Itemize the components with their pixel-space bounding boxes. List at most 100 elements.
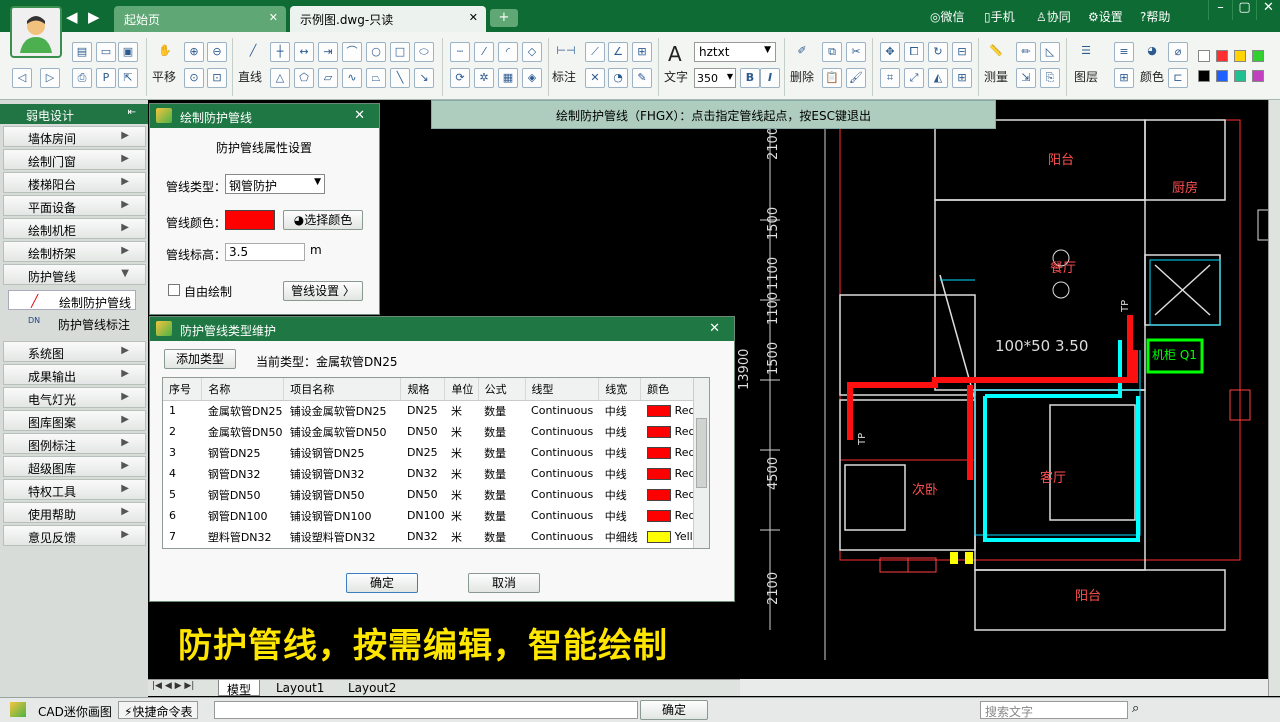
dimension-icon[interactable]: ⊢⊣ [556, 42, 576, 62]
italic-button[interactable]: I [760, 68, 780, 88]
area-icon[interactable]: ◺ [1040, 42, 1060, 62]
font-select[interactable]: hztxt ▼ [694, 42, 776, 62]
color-swatch-teal[interactable] [1234, 70, 1246, 82]
quick-command-button[interactable]: ⚡快捷命令表 [118, 701, 199, 719]
table-row[interactable]: 7 塑料管DN32 铺设塑料管DN32 DN32 米数量 Continuous 中细线 Yel… [163, 526, 709, 547]
column-header[interactable]: 公式 [478, 378, 526, 401]
tab-layout2[interactable]: Layout2 [348, 681, 396, 695]
linetype-icon[interactable]: ⌀ [1168, 42, 1188, 62]
table-row[interactable]: 3 钢管DN25 铺设钢管DN25 DN25 米数量 Continuous 中线 Red [163, 442, 709, 463]
layer-icon[interactable]: ☰ [1076, 42, 1096, 62]
color-wheel-icon[interactable]: ◕ [1142, 42, 1162, 62]
sidebar-header[interactable]: 弱电设计 ⇤ [0, 104, 148, 124]
conduit-color-swatch[interactable] [225, 210, 275, 230]
color-swatch-black[interactable] [1198, 70, 1210, 82]
scale-icon[interactable]: ⤢ [904, 68, 924, 88]
ordinate-dim-icon[interactable]: ✕ [585, 68, 605, 88]
sidebar-item-bridge[interactable]: 绘制桥架 ▶ [3, 241, 146, 262]
folder-icon[interactable]: ▭ [96, 42, 116, 62]
free-draw-checkbox[interactable] [168, 284, 180, 296]
close-icon[interactable]: ✕ [354, 108, 365, 123]
aligned-dim-icon[interactable]: ⟋ [585, 42, 605, 62]
command-confirm-button[interactable]: 确定 [640, 700, 708, 720]
column-header[interactable]: 序号 [163, 378, 203, 401]
sidebar-item-library[interactable]: 图库图案 ▶ [3, 410, 146, 431]
font-size-select[interactable]: 350 ▼ [694, 68, 736, 88]
fill-icon[interactable]: ◈ [522, 68, 542, 88]
measure-icon[interactable]: 📏 [986, 42, 1006, 62]
trim-icon[interactable]: ⁄ [474, 42, 494, 62]
line-icon[interactable]: ╱ [243, 42, 263, 62]
leader-icon[interactable]: ✎ [632, 68, 652, 88]
zoom-window-icon[interactable]: ⊙ [184, 68, 204, 88]
text-icon[interactable]: A [668, 42, 682, 66]
print-icon[interactable]: ⎙ [72, 68, 92, 88]
stretch-icon[interactable]: ⌗ [880, 68, 900, 88]
ellipse-icon[interactable]: ⬭ [414, 42, 434, 62]
triangle-icon[interactable]: △ [270, 68, 290, 88]
sidebar-item-door[interactable]: 绘制门窗 ▶ [3, 149, 146, 170]
color-swatch-yellow[interactable] [1234, 50, 1246, 62]
column-header[interactable]: 线型 [525, 378, 600, 401]
zoom-extents-icon[interactable]: ⊡ [207, 68, 227, 88]
close-window-button[interactable]: ✕ [1256, 0, 1280, 20]
scroll-thumb[interactable] [696, 418, 707, 488]
sidebar-item-stairs[interactable]: 楼梯阳台 ▶ [3, 172, 146, 193]
sidebar-item-legend[interactable]: 图例标注 ▶ [3, 433, 146, 454]
erase-label[interactable]: 删除 [790, 68, 814, 85]
open-icon[interactable]: ▤ [72, 42, 92, 62]
maximize-button[interactable]: ▢ [1232, 0, 1256, 20]
measure-label[interactable]: 测量 [984, 68, 1008, 85]
table-row[interactable]: 5 钢管DN50 铺设钢管DN50 DN50 米数量 Continuous 中线 Red [163, 484, 709, 505]
mirror-icon[interactable]: ◭ [928, 68, 948, 88]
elevation-input[interactable]: 3.5 [225, 243, 305, 261]
tab-drawing[interactable]: 示例图.dwg-只读 ✕ [290, 6, 486, 32]
horizontal-scrollbar[interactable] [740, 679, 1268, 696]
sidebar-item-cabinet[interactable]: 绘制机柜 ▶ [3, 218, 146, 239]
line-label[interactable]: 直线 [238, 68, 262, 85]
explode-icon[interactable]: ⊞ [952, 68, 972, 88]
color-label[interactable]: 颜色 [1140, 68, 1164, 85]
break-icon[interactable]: ┄ [450, 42, 470, 62]
ok-button[interactable]: 确定 [346, 573, 418, 593]
save-icon[interactable]: ▣ [118, 42, 138, 62]
rotate-object-icon[interactable]: ↻ [928, 42, 948, 62]
search-text-input[interactable]: 搜索文字 [980, 701, 1128, 719]
arrow-line-icon[interactable]: ↘ [414, 68, 434, 88]
spline-icon[interactable]: ∿ [342, 68, 362, 88]
copy-object-icon[interactable]: ⧠ [904, 42, 924, 62]
table-row[interactable]: 6 钢管DN100 铺设钢管DN100 DN100 米数量 Continuous 中线 Red [163, 505, 709, 526]
circle-icon[interactable]: ○ [366, 42, 386, 62]
sidebar-item-conduit[interactable]: 防护管线 ▼ [3, 264, 146, 285]
close-icon[interactable]: ✕ [269, 11, 278, 24]
column-header[interactable]: 规格 [400, 378, 446, 401]
layer-list-icon[interactable]: ≡ [1114, 42, 1134, 62]
zoom-out-icon[interactable]: ⊖ [207, 42, 227, 62]
zoom-in-icon[interactable]: ⊕ [184, 42, 204, 62]
subitem-draw-conduit[interactable]: ╱ 绘制防护管线 [8, 290, 136, 310]
column-header[interactable]: 名称 [201, 378, 285, 401]
move-icon[interactable]: ✥ [880, 42, 900, 62]
hatch-icon[interactable]: ▦ [498, 68, 518, 88]
collab-link[interactable]: ♙协同 [1036, 8, 1071, 25]
sidebar-item-help[interactable]: 使用帮助 ▶ [3, 502, 146, 523]
rotate-icon[interactable]: ⟳ [450, 68, 470, 88]
search-icon[interactable]: ⌕ [1132, 701, 1139, 716]
sidebar-item-feedback[interactable]: 意见反馈 ▶ [3, 525, 146, 546]
conduit-type-select[interactable]: 钢管防护 ▼ [225, 174, 325, 194]
angle-dim-icon[interactable]: ∠ [608, 42, 628, 62]
polyline-icon[interactable]: ┼ [270, 42, 290, 62]
dimension-label[interactable]: 标注 [552, 68, 576, 85]
diagonal-icon[interactable]: ╲ [390, 68, 410, 88]
sidebar-item-equipment[interactable]: 平面设备 ▶ [3, 195, 146, 216]
tab-start-page[interactable]: 起始页 ✕ [114, 6, 286, 32]
chamfer-icon[interactable]: ◇ [522, 42, 542, 62]
polygon-icon[interactable]: ▱ [318, 68, 338, 88]
command-input[interactable] [214, 701, 638, 719]
close-icon[interactable]: ✕ [469, 11, 478, 24]
back-arrow-icon[interactable]: ◀ [66, 8, 78, 26]
sidebar-item-lighting[interactable]: 电气灯光 ▶ [3, 387, 146, 408]
gear-small-icon[interactable]: ✲ [474, 68, 494, 88]
help-link[interactable]: ?帮助 [1140, 8, 1170, 25]
paste-icon[interactable]: 📋 [822, 68, 842, 88]
